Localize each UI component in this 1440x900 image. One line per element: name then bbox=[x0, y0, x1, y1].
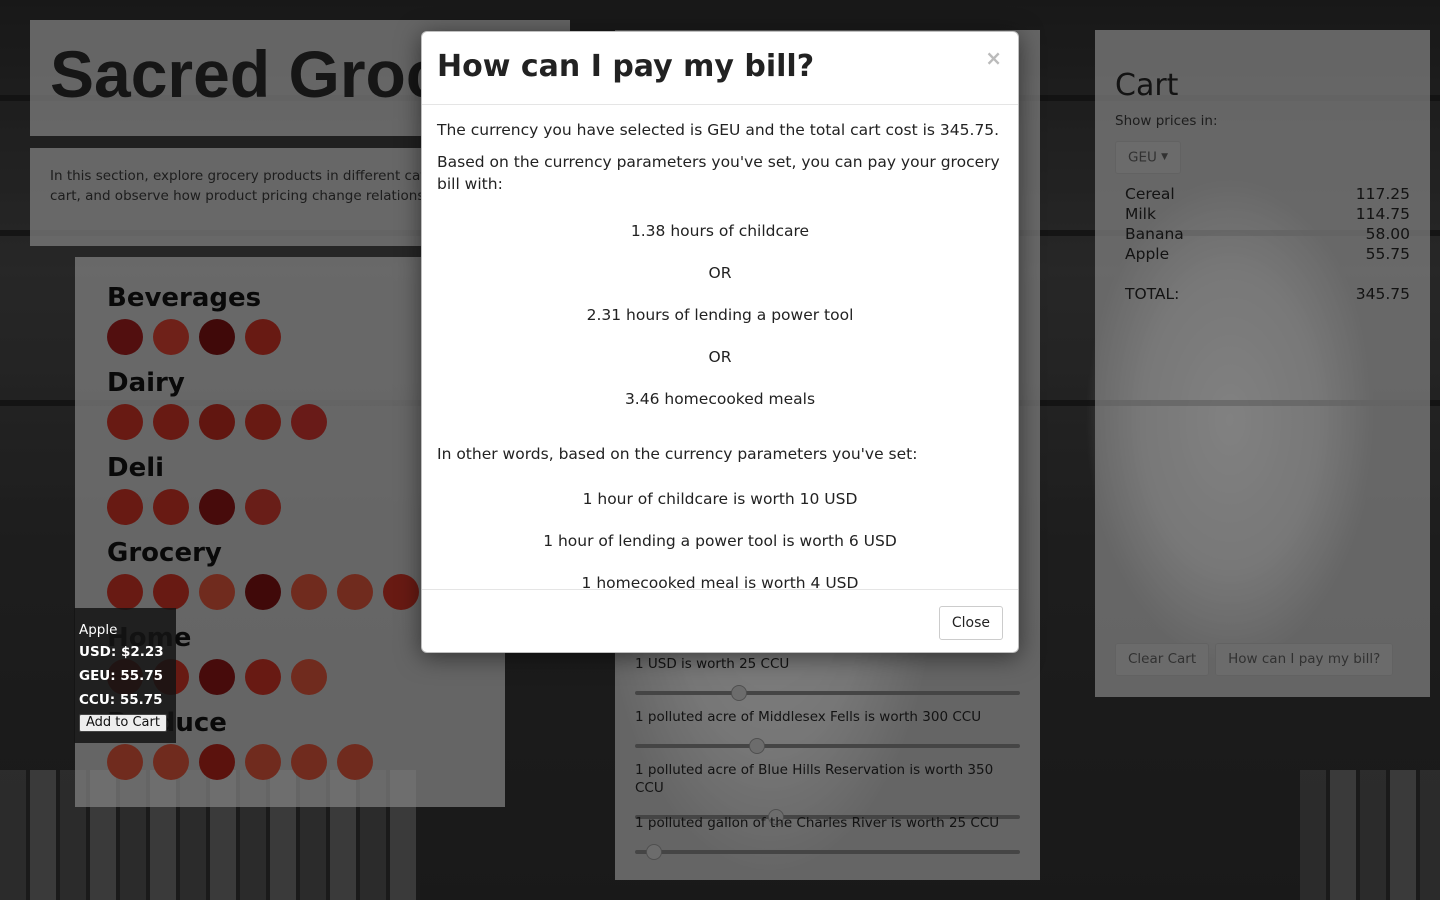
modal-other-words: In other words, based on the currency pa… bbox=[437, 445, 918, 463]
or-separator: OR bbox=[708, 348, 732, 366]
modal-header: How can I pay my bill? × bbox=[422, 32, 1018, 105]
payment-option: 2.31 hours of lending a power tool bbox=[586, 306, 854, 324]
rate-line: 1 hour of childcare is worth 10 USD bbox=[582, 490, 858, 508]
product-tooltip: Apple USD: $2.23 GEU: 55.75 CCU: 55.75 A… bbox=[74, 608, 176, 743]
modal-footer: Close bbox=[422, 589, 1018, 653]
modal-summary: The currency you have selected is GEU an… bbox=[437, 121, 1000, 139]
modal-title: How can I pay my bill? bbox=[437, 49, 815, 84]
close-icon[interactable]: × bbox=[985, 46, 1002, 70]
modal-body: The currency you have selected is GEU an… bbox=[422, 105, 1018, 599]
payment-option: 3.46 homecooked meals bbox=[624, 390, 816, 408]
add-to-cart-button[interactable]: Add to Cart bbox=[79, 714, 167, 732]
tooltip-ccu-price: CCU: 55.75 bbox=[79, 692, 163, 708]
pay-bill-modal: How can I pay my bill? × The currency yo… bbox=[421, 31, 1019, 653]
rate-line: 1 hour of lending a power tool is worth … bbox=[543, 532, 897, 550]
modal-lead: Based on the currency parameters you've … bbox=[437, 153, 1000, 193]
or-separator: OR bbox=[708, 264, 732, 282]
tooltip-geu-price: GEU: 55.75 bbox=[79, 668, 164, 684]
tooltip-product-name: Apple bbox=[79, 622, 118, 638]
tooltip-usd-price: USD: $2.23 bbox=[79, 644, 164, 660]
payment-option: 1.38 hours of childcare bbox=[630, 222, 810, 240]
close-button[interactable]: Close bbox=[938, 606, 1003, 640]
